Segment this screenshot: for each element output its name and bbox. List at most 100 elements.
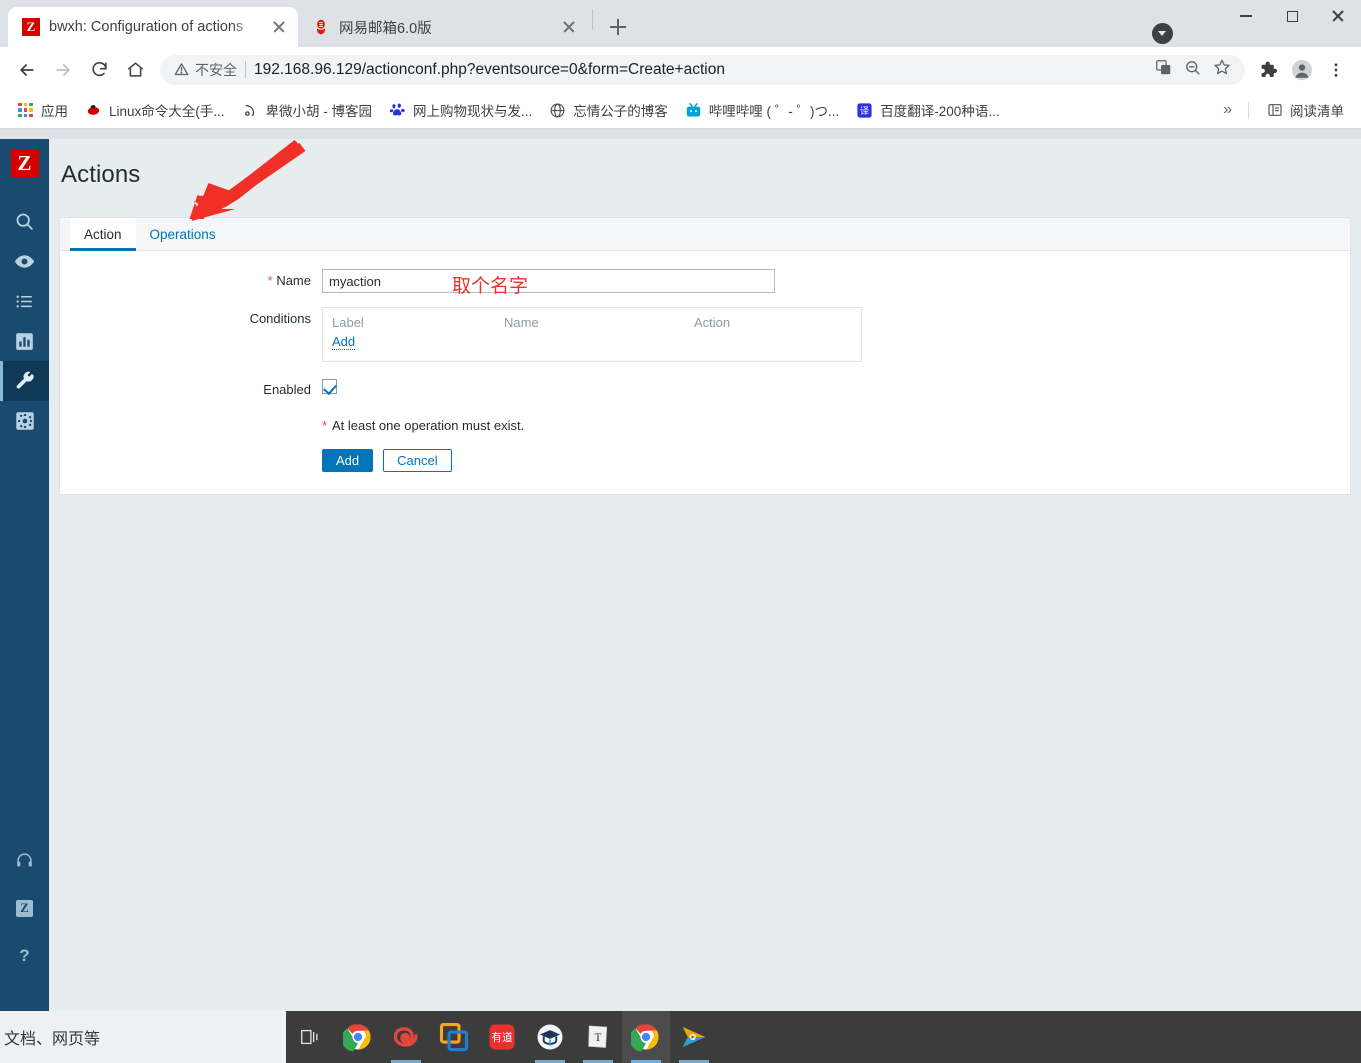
browser-tab-title: 网易邮箱6.0版 [339, 20, 432, 37]
hint-control: * At least one operation must exist. [322, 417, 1350, 435]
download-indicator-icon[interactable] [1152, 23, 1173, 44]
zabbix-z-icon: Z [22, 18, 40, 36]
form-row-enabled: Enabled [60, 378, 1350, 402]
zabbix-mini-icon: Z [16, 899, 33, 917]
taskbar-youdao-button[interactable]: 有道 [478, 1011, 526, 1063]
home-button[interactable] [118, 53, 152, 87]
name-control: 取个名字 [322, 269, 1350, 297]
chrome-icon [343, 1024, 371, 1052]
taskbar-search-input[interactable]: 文档、网页等 [0, 1011, 286, 1063]
sidebar-item-administration[interactable] [0, 401, 49, 441]
sidebar-item-integrations[interactable]: Z [0, 893, 49, 923]
omnibox-divider [245, 61, 246, 78]
sidebar-item-inventory[interactable] [0, 281, 49, 321]
sidebar-item-help[interactable]: ? [0, 941, 49, 971]
taskbar-typora-button[interactable]: T [574, 1011, 622, 1063]
bar-chart-icon [16, 332, 33, 350]
svg-text:有道: 有道 [491, 1031, 513, 1044]
address-bar[interactable]: 不安全 192.168.96.129/actionconf.php?events… [160, 54, 1245, 85]
sidebar-item-configuration[interactable] [0, 361, 49, 401]
bilibili-icon [685, 102, 702, 119]
add-button[interactable]: Add [322, 449, 374, 472]
question-icon: ? [19, 946, 30, 965]
security-indicator[interactable]: 不安全 [174, 60, 237, 80]
fanyi-icon: 译 [856, 102, 873, 119]
reading-list-button[interactable]: 阅读清单 [1259, 96, 1351, 124]
taskbar-chrome-button[interactable] [334, 1011, 382, 1063]
tab-label: Operations [149, 226, 216, 242]
reload-button[interactable] [82, 53, 116, 87]
taskbar-media-player-button[interactable] [670, 1011, 718, 1063]
maximize-button[interactable] [1269, 0, 1315, 32]
translate-icon[interactable]: A [1155, 59, 1172, 81]
bookmark-cnblogs[interactable]: 卑微小胡 - 博客园 [235, 96, 380, 124]
minimize-icon [1240, 15, 1252, 17]
browser-tab-1[interactable]: Z bwxh: Configuration of actions [8, 7, 298, 47]
bookmarks-overflow-button[interactable]: » [1217, 101, 1238, 119]
close-window-button[interactable] [1315, 0, 1361, 32]
sidebar-item-reports[interactable] [0, 321, 49, 361]
tab-strip: Z bwxh: Configuration of actions 网易邮箱6.0… [0, 0, 1361, 47]
eye-icon [14, 254, 35, 268]
omnibox-actions: A [1145, 58, 1231, 81]
bookmarks-bar: 应用 Linux命令大全(手... 卑微小胡 - 博客园 网上购物现状与发...… [0, 92, 1361, 129]
youdao-icon: 有道 [489, 1024, 515, 1050]
browser-tab-2[interactable]: 网易邮箱6.0版 [298, 7, 588, 47]
required-marker: * [322, 418, 328, 433]
taskbar-items: 有道 T [286, 1011, 718, 1063]
taskbar-xuexi-button[interactable] [526, 1011, 574, 1063]
bookmark-wangqing-blog[interactable]: 忘情公子的博客 [542, 96, 675, 124]
sidebar-item-support[interactable] [0, 845, 49, 875]
close-tab-icon[interactable] [270, 18, 288, 36]
gear-icon [15, 412, 34, 430]
taskbar-chrome-window-button[interactable] [622, 1011, 670, 1063]
toolbar-right-actions [1253, 55, 1351, 85]
new-tab-button[interactable] [603, 12, 633, 42]
extensions-icon[interactable] [1253, 55, 1283, 85]
form-row-hint: * At least one operation must exist. [60, 417, 1350, 435]
bookmark-label: Linux命令大全(手... [109, 104, 225, 119]
enabled-checkbox[interactable] [322, 379, 337, 395]
tab-action[interactable]: Action [70, 218, 136, 251]
bookmark-star-icon[interactable] [1213, 58, 1231, 81]
bookmark-bilibili[interactable]: 哔哩哔哩 ( ゜- ゜)つ... [678, 96, 847, 124]
bookmark-apps[interactable]: 应用 [10, 96, 75, 124]
bookmark-label: 网上购物现状与发... [413, 104, 533, 119]
close-tab-icon[interactable] [560, 18, 578, 36]
window-controls [1223, 0, 1361, 47]
profile-icon[interactable] [1287, 55, 1317, 85]
taskbar-vmware-button[interactable] [430, 1011, 478, 1063]
task-view-icon [301, 1029, 318, 1045]
apps-grid-icon [17, 102, 34, 119]
zabbix-logo-icon[interactable]: Z [10, 149, 39, 177]
name-input[interactable] [322, 269, 775, 293]
bookmark-label: 哔哩哔哩 ( ゜- ゜)つ... [708, 104, 840, 119]
maximize-icon [1286, 10, 1298, 22]
security-label: 不安全 [195, 61, 237, 78]
operation-hint: * At least one operation must exist. [322, 418, 524, 433]
sidebar-bottom-nav: Z ? [0, 845, 49, 1011]
taskbar-mobaxterm-button[interactable] [382, 1011, 430, 1063]
bookmark-label: 应用 [41, 104, 68, 119]
bookmark-linux-commands[interactable]: Linux命令大全(手... [78, 96, 232, 124]
enabled-control [322, 378, 1350, 396]
back-button[interactable] [10, 53, 44, 87]
sidebar-item-search[interactable] [0, 201, 49, 241]
conditions-add-link[interactable]: Add [332, 334, 356, 350]
zoom-out-icon[interactable] [1184, 59, 1201, 81]
windows-taskbar: 文档、网页等 有道 T [0, 1011, 1361, 1063]
forward-button[interactable] [46, 53, 80, 87]
tab-operations[interactable]: Operations [136, 218, 230, 250]
browser-menu-icon[interactable] [1321, 55, 1351, 85]
minimize-button[interactable] [1223, 0, 1269, 32]
redhat-icon [85, 102, 102, 119]
headset-icon [17, 852, 32, 866]
hint-text: At least one operation must exist. [331, 418, 525, 433]
taskbar-task-view-button[interactable] [286, 1011, 334, 1063]
bookmark-baidu-fanyi[interactable]: 译 百度翻译-200种语... [849, 96, 1006, 124]
vmware-icon [439, 1022, 469, 1052]
form-row-name: * Name 取个名字 [60, 269, 1350, 297]
bookmark-shopping[interactable]: 网上购物现状与发... [382, 96, 539, 124]
sidebar-item-monitoring[interactable] [0, 241, 49, 281]
cancel-button[interactable]: Cancel [383, 449, 452, 472]
